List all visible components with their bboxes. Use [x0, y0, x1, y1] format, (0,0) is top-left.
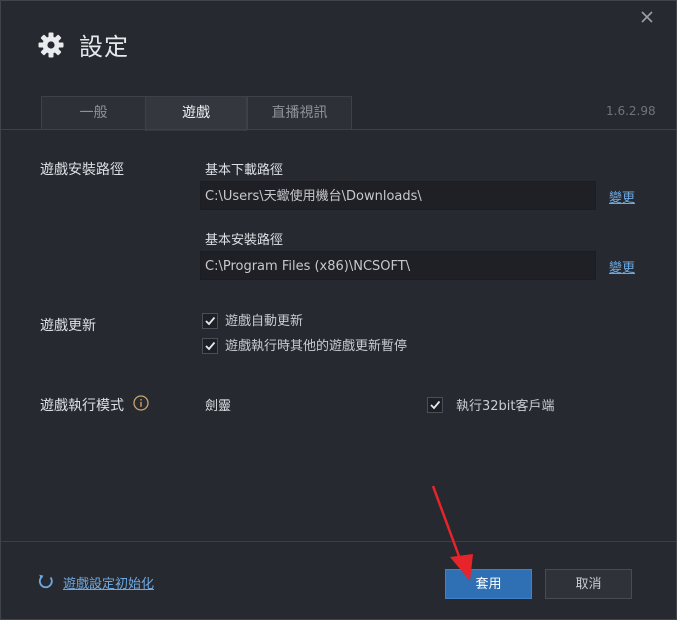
download-path-change-link[interactable]: 變更 — [609, 187, 635, 206]
settings-window: 設定 一般 遊戲 直播視訊 1.6.2.98 遊戲安裝路徑 基本下載路徑 C:\… — [0, 0, 677, 620]
checkmark-icon — [205, 341, 216, 351]
reset-icon[interactable] — [37, 573, 55, 591]
tab-game[interactable]: 遊戲 — [145, 96, 247, 131]
apply-button[interactable]: 套用 — [445, 569, 532, 599]
install-path-label: 基本安裝路徑 — [205, 233, 284, 248]
pause-updates-checkbox[interactable] — [202, 338, 218, 354]
tab-general[interactable]: 一般 — [41, 96, 146, 130]
reset-settings-link[interactable]: 遊戲設定初始化 — [63, 573, 154, 592]
close-icon[interactable] — [637, 7, 657, 27]
install-path-field[interactable]: C:\Program Files (x86)\NCSOFT\ — [200, 251, 596, 280]
game-name: 劍靈 — [205, 399, 232, 414]
auto-update-checkbox[interactable] — [202, 313, 218, 329]
checkmark-icon — [430, 400, 441, 410]
update-section-label: 遊戲更新 — [40, 318, 96, 334]
install-path-change-link[interactable]: 變更 — [609, 257, 635, 276]
run-32bit-label: 執行32bit客戶端 — [456, 399, 555, 414]
title-bar: 設定 — [1, 1, 676, 91]
checkmark-icon — [205, 316, 216, 326]
run-mode-section-label: 遊戲執行模式 — [40, 398, 124, 414]
gear-icon — [38, 32, 64, 58]
run-32bit-checkbox[interactable] — [427, 397, 443, 413]
download-path-label: 基本下載路徑 — [205, 163, 284, 178]
version-label: 1.6.2.98 — [606, 104, 656, 118]
tab-streaming[interactable]: 直播視訊 — [247, 96, 352, 130]
install-path-section-label: 遊戲安裝路徑 — [40, 162, 124, 178]
pause-updates-label: 遊戲執行時其他的遊戲更新暫停 — [225, 339, 408, 354]
info-icon[interactable] — [133, 395, 149, 411]
tab-divider — [1, 129, 676, 130]
footer-divider — [1, 541, 676, 542]
window-title: 設定 — [79, 33, 129, 61]
download-path-field[interactable]: C:\Users\天蠍使用機台\Downloads\ — [200, 181, 596, 210]
auto-update-label: 遊戲自動更新 — [225, 314, 304, 329]
cancel-button[interactable]: 取消 — [545, 569, 632, 599]
